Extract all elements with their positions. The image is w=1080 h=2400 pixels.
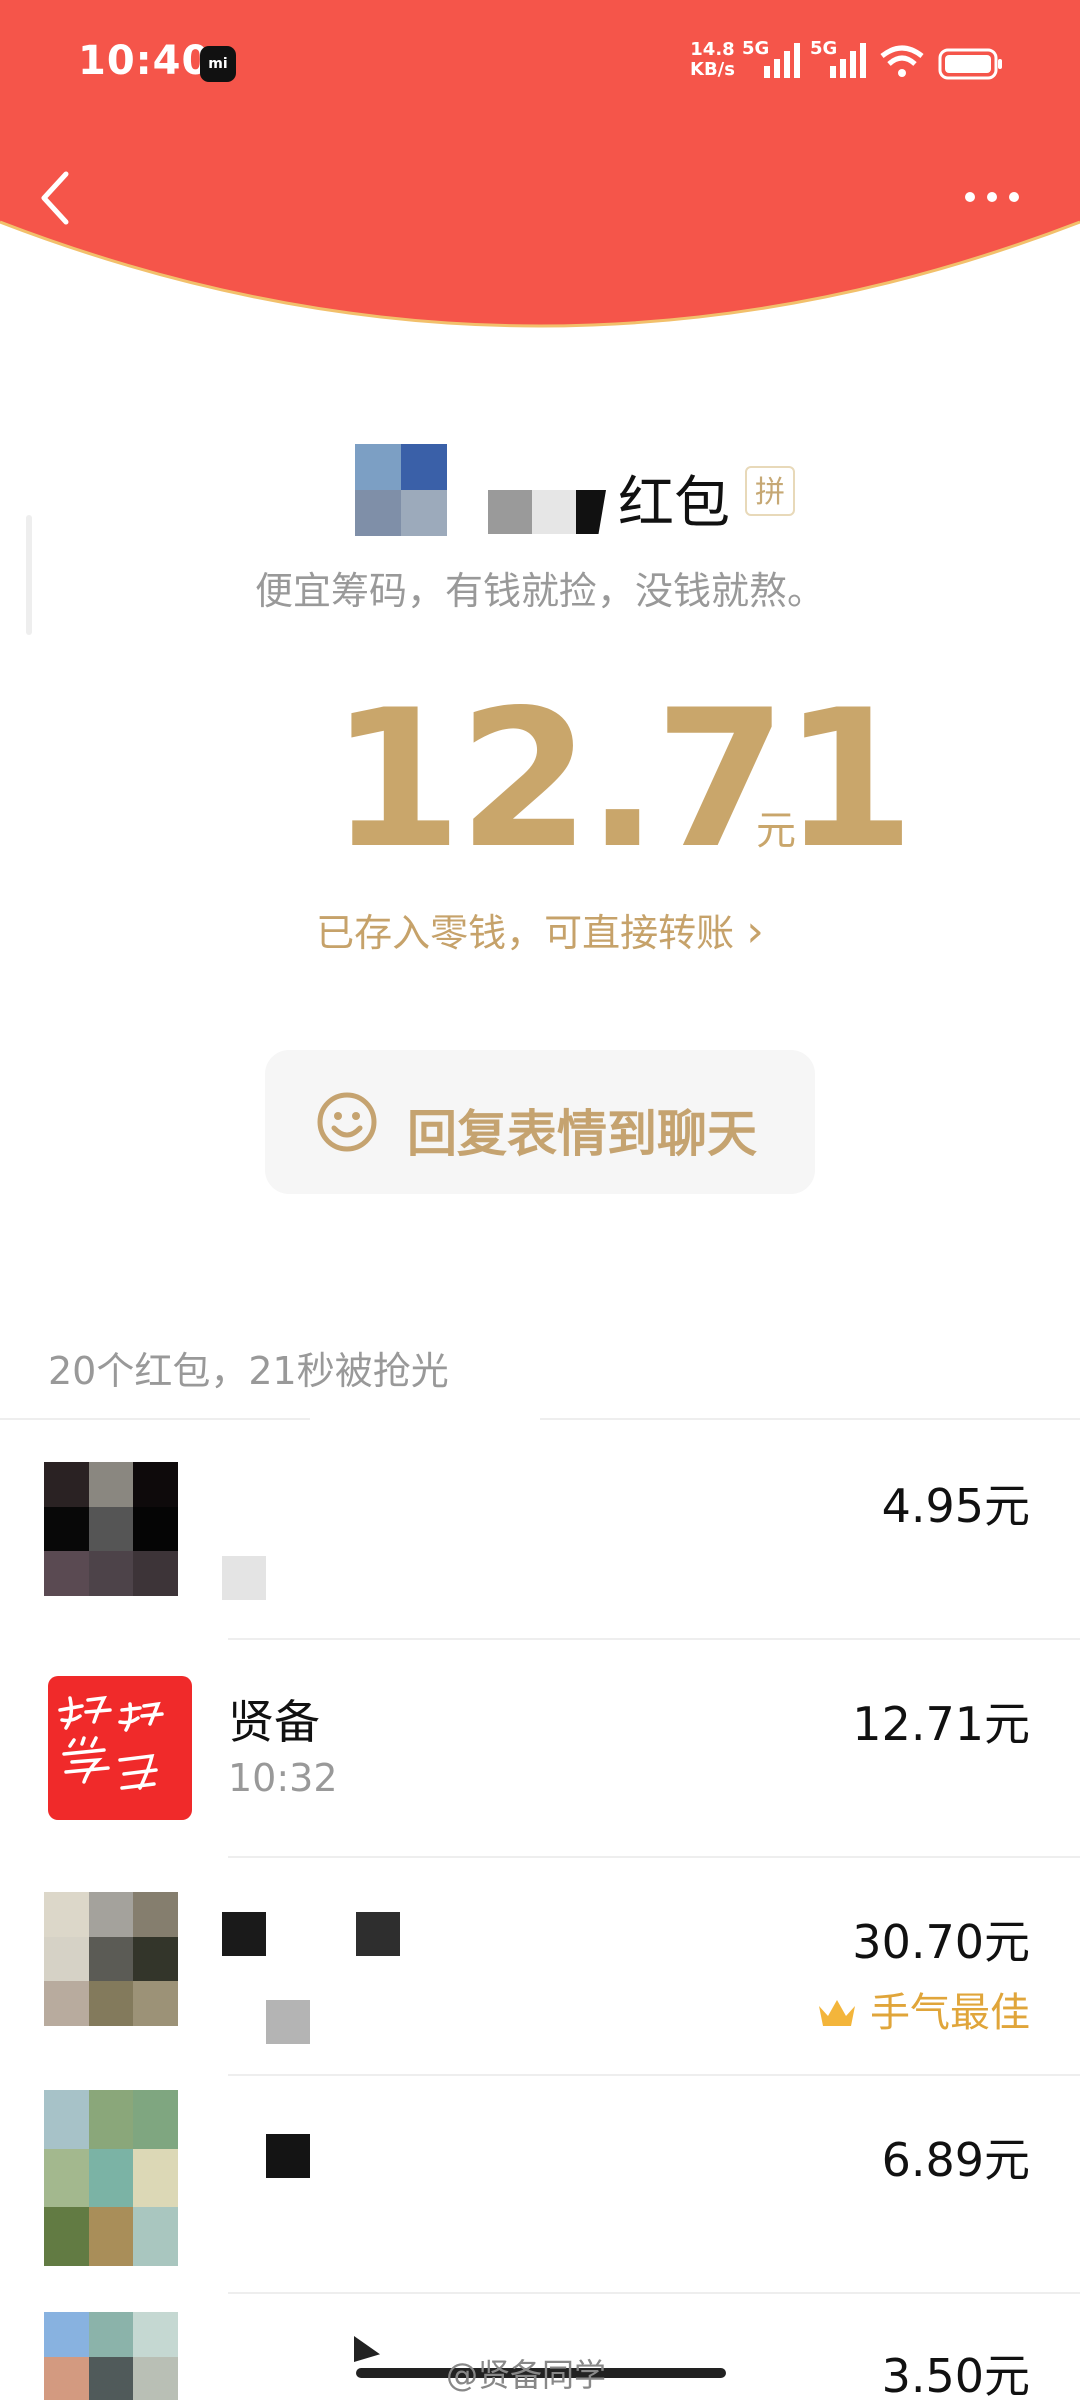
grab-amount: 30.70元 [852, 1915, 1030, 1969]
grab-amount: 4.95元 [881, 1479, 1030, 1533]
back-chevron-left-icon[interactable] [32, 168, 82, 228]
chevron-right-icon: › [746, 906, 764, 957]
wifi-icon [880, 45, 924, 77]
network-speed: 14.8 KB/s [690, 40, 735, 80]
crown-icon [819, 2000, 855, 2026]
received-amount-block: 12.71 元 [0, 669, 1080, 890]
saved-to-change-link[interactable]: 已存入零钱，可直接转账 › [0, 902, 1080, 957]
sender-avatar[interactable] [355, 444, 447, 536]
saved-to-change-text: 已存入零钱，可直接转账 [316, 911, 735, 955]
battery-icon [938, 48, 1002, 80]
status-bar: 10:40 mi 14.8 KB/s 5G 5G [0, 0, 1080, 130]
list-item[interactable]: 6.89元 [0, 2074, 1080, 2292]
received-amount: 12.71 [330, 669, 915, 890]
redacted-name [266, 2134, 310, 2178]
list-item[interactable]: 30.70元 手气最佳 [0, 1856, 1080, 2074]
watermark: @贤备同学 [446, 2356, 607, 2394]
user-avatar [44, 1892, 178, 2026]
grab-amount: 6.89元 [881, 2133, 1030, 2187]
sender-name-redacted [488, 490, 618, 534]
user-name: 贤备 [228, 1695, 320, 1749]
network-speed-unit: KB/s [690, 59, 735, 80]
user-avatar [44, 2090, 178, 2266]
grab-amount: 3.50元 [881, 2349, 1030, 2400]
status-time: 10:40 [78, 38, 211, 84]
list-item[interactable]: 4.95元 [0, 1420, 1080, 1638]
redacted-time [266, 2000, 310, 2044]
signal-2-icon [830, 43, 866, 78]
smile-icon [317, 1092, 377, 1152]
redacted-name [354, 2336, 380, 2362]
more-dots-icon[interactable] [960, 182, 1024, 212]
grab-time: 10:32 [228, 1756, 338, 1800]
redacted-name [222, 1912, 266, 1956]
sender-packet-title: 红包 [618, 471, 730, 536]
amount-unit: 元 [756, 808, 796, 854]
signal-1-icon [764, 43, 800, 78]
handwriting-avatar-image [58, 1695, 164, 1790]
best-luck-label: 手气最佳 [870, 1990, 1030, 2036]
packet-summary: 20个红包，21秒被抢光 [48, 1349, 449, 1393]
user-avatar [48, 1676, 192, 1820]
user-avatar [44, 2312, 178, 2400]
pin-badge: 拼 [745, 466, 795, 516]
best-luck-badge: 手气最佳 [816, 1980, 1030, 2038]
blessing-message: 便宜筹码，有钱就捡，没钱就熬。 [254, 569, 825, 613]
redacted-time [222, 1556, 266, 1600]
grab-amount: 12.71元 [852, 1697, 1030, 1751]
user-avatar [44, 1462, 178, 1596]
network-speed-value: 14.8 [690, 39, 735, 60]
mi-notification-icon: mi [200, 46, 236, 82]
reply-sticker-label: 回复表情到聊天 [407, 1105, 757, 1163]
reply-sticker-button[interactable]: 回复表情到聊天 [265, 1050, 815, 1194]
redacted-name [356, 1912, 400, 1956]
